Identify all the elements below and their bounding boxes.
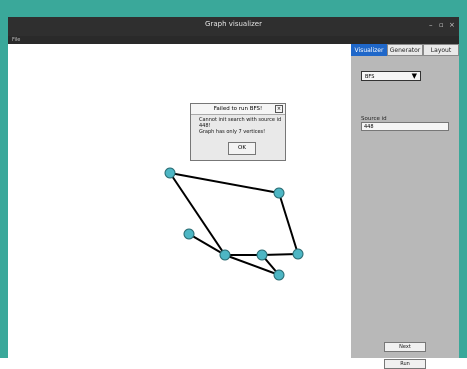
graph-node[interactable]	[164, 167, 176, 179]
tab-visualizer[interactable]: Visualizer	[351, 44, 387, 56]
title-bar: Graph visualizer – ▫ ×	[8, 17, 459, 36]
dialog-message-line: Cannot init search with source id	[199, 117, 282, 123]
graph-node[interactable]	[273, 187, 285, 199]
graph-node[interactable]	[256, 249, 268, 261]
menu-bar: File	[8, 36, 459, 44]
menu-file[interactable]: File	[12, 37, 20, 43]
dialog-title: Failed to run BFS!	[191, 104, 285, 115]
source-id-input[interactable]: 448	[361, 122, 449, 131]
dropdown-arrow-icon: ▼	[411, 72, 417, 80]
dialog-message: Cannot init search with source id 448! G…	[199, 117, 281, 135]
graph-svg	[164, 167, 304, 281]
graph-node[interactable]	[183, 228, 195, 240]
graph-canvas[interactable]	[8, 44, 351, 358]
dialog-message-line: Graph has only 7 vertices!	[199, 129, 266, 135]
graph-node[interactable]	[292, 248, 304, 260]
edge-0-3	[169, 172, 226, 256]
tab-layout[interactable]: Layout	[423, 44, 459, 56]
dialog-close-icon[interactable]: ×	[275, 105, 283, 113]
edge-1-6	[278, 192, 299, 255]
graph-node[interactable]	[219, 249, 231, 261]
graph-node[interactable]	[273, 269, 285, 281]
algorithm-select-value: BFS	[365, 74, 375, 80]
edge-2-3	[188, 233, 226, 256]
minimize-icon[interactable]: –	[429, 21, 433, 29]
next-button[interactable]: Next	[384, 342, 426, 352]
tab-generator[interactable]: Generator	[387, 44, 423, 56]
error-dialog: Failed to run BFS! × Cannot init search …	[190, 103, 286, 161]
close-icon[interactable]: ×	[449, 21, 455, 29]
edge-0-1	[169, 172, 280, 194]
ok-button[interactable]: OK	[228, 142, 256, 155]
run-button[interactable]: Run	[384, 359, 426, 369]
side-panel: Visualizer Generator Layout BFS ▼ Source…	[351, 44, 459, 369]
tab-bar: Visualizer Generator Layout	[351, 44, 459, 56]
window-title: Graph visualizer	[205, 20, 262, 28]
algorithm-select[interactable]: BFS ▼	[361, 71, 421, 81]
app-window: Graph visualizer – ▫ × File Visualizer G…	[8, 17, 459, 369]
maximize-icon[interactable]: ▫	[439, 21, 444, 29]
